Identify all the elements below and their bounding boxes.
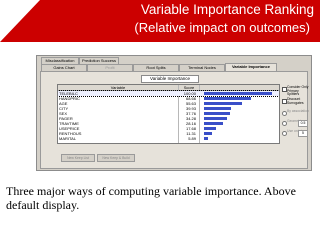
tab-variable-importance[interactable]: Variable Importance [225, 63, 277, 71]
tab-profit[interactable]: Profit [87, 64, 133, 71]
importance-bar [204, 132, 212, 135]
new-keep-build-button[interactable]: New Keep & Build [97, 154, 135, 162]
by-association-option[interactable]: By association [282, 109, 309, 116]
tab-root-splits[interactable]: Root Splits [133, 64, 179, 71]
variable-importance-window: Misclassification Prediction Success Gai… [36, 55, 312, 171]
geometric-value-input[interactable]: 0.5 [298, 120, 308, 127]
slide-subtitle: (Relative impact on outcomes) [134, 20, 310, 35]
tab-terminal-nodes[interactable]: Terminal Nodes [179, 64, 225, 71]
new-keep-list-button[interactable]: New Keep List [61, 154, 95, 162]
consider-primary-option[interactable]: Consider Only Primary Splitters [282, 85, 308, 96]
importance-bar [204, 122, 224, 125]
column-header-variable: Variable [110, 85, 126, 90]
use-only-top-value-input[interactable]: 5 [298, 130, 308, 137]
importance-bar [204, 137, 208, 140]
importance-panel: Variable Importance Variable Score TELEB… [40, 71, 309, 169]
use-only-top-option[interactable]: Use only top 5 [282, 129, 308, 137]
column-header-score: Score [183, 85, 195, 90]
discount-surrogates-option[interactable]: Discount Surrogates [282, 97, 308, 105]
importance-bar [204, 117, 228, 120]
discount-surrogates-label: Discount Surrogates [287, 97, 304, 105]
tab-gains-chart[interactable]: Gains Chart [41, 64, 87, 71]
importance-bar [204, 97, 251, 100]
importance-bar [204, 107, 232, 110]
consider-primary-label: Consider Only Primary Splitters [287, 85, 309, 96]
importance-bar [204, 112, 230, 115]
variable-score: 5.89 [188, 136, 196, 141]
table-row[interactable]: MARITAL 5.89 [58, 136, 279, 141]
slide-caption: Three major ways of computing variable i… [6, 184, 296, 212]
importance-bar [204, 92, 272, 95]
importance-table: Variable Score TELEBILC 100.00 HANDPRIC 68.… [57, 84, 280, 144]
importance-bar [204, 127, 217, 130]
slide-title-band: Variable Importance Ranking (Relative im… [0, 0, 320, 42]
geometric-option[interactable]: Geometric 0.5 [282, 119, 308, 127]
tab-prediction-success[interactable]: Prediction Success [79, 57, 119, 64]
by-association-label: By association [287, 109, 309, 113]
importance-bar [204, 102, 242, 105]
tab-misclassification[interactable]: Misclassification [41, 57, 79, 64]
panel-caption: Variable Importance [141, 75, 199, 83]
variable-name: MARITAL [59, 136, 77, 141]
slide-title: Variable Importance Ranking [140, 2, 314, 17]
